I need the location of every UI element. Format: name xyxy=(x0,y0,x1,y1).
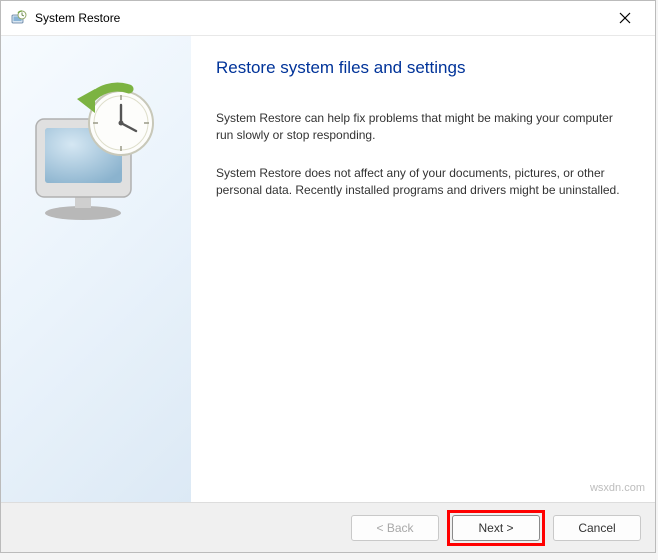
intro-paragraph-2: System Restore does not affect any of yo… xyxy=(216,165,625,200)
cancel-button[interactable]: Cancel xyxy=(553,515,641,541)
restore-graphic-icon xyxy=(21,81,171,231)
close-button[interactable] xyxy=(605,3,645,33)
page-heading: Restore system files and settings xyxy=(216,58,625,78)
watermark-text: wsxdn.com xyxy=(590,482,645,494)
main-panel: Restore system files and settings System… xyxy=(191,36,655,502)
app-icon xyxy=(11,10,27,26)
window-title: System Restore xyxy=(35,11,605,25)
next-button[interactable]: Next > xyxy=(452,515,540,541)
close-icon xyxy=(619,12,631,24)
titlebar: System Restore xyxy=(1,1,655,36)
back-button: < Back xyxy=(351,515,439,541)
wizard-footer: < Back Next > Cancel xyxy=(1,502,655,552)
system-restore-window: System Restore xyxy=(0,0,656,553)
next-button-highlight: Next > xyxy=(447,510,545,546)
sidebar-illustration-panel xyxy=(1,36,191,502)
content-area: Restore system files and settings System… xyxy=(1,36,655,502)
intro-paragraph-1: System Restore can help fix problems tha… xyxy=(216,110,625,145)
